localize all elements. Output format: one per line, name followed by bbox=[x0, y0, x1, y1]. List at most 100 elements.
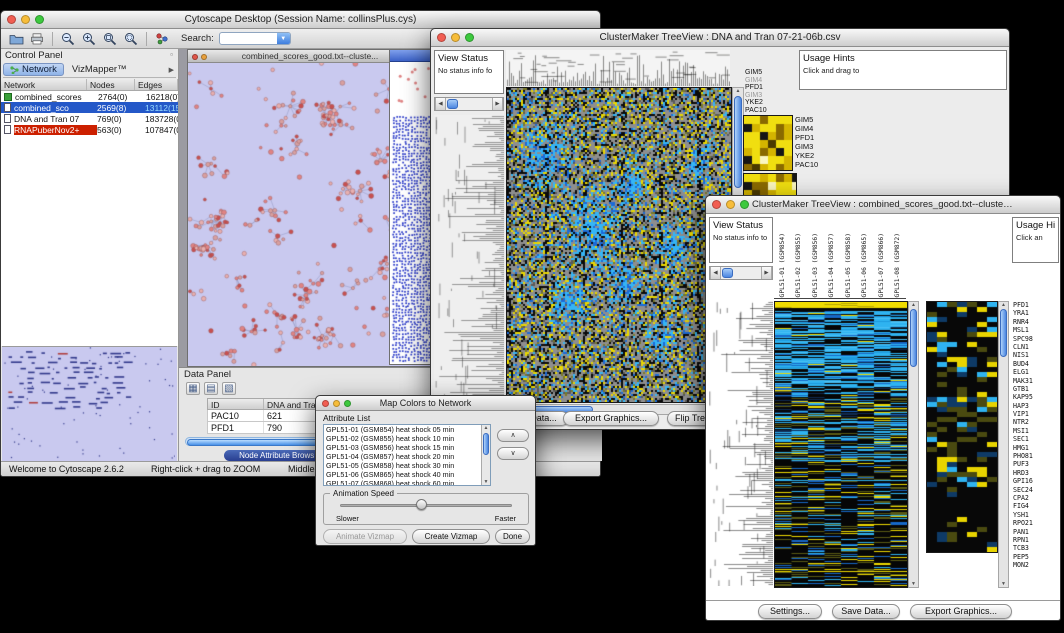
scrollbar-thumb[interactable] bbox=[483, 433, 489, 455]
close-button[interactable] bbox=[712, 200, 721, 209]
minimize-button[interactable] bbox=[333, 400, 340, 407]
header-id[interactable]: ID bbox=[208, 399, 264, 409]
tab-vizmapper[interactable]: VizMapper™ bbox=[67, 63, 132, 76]
zoom-out-icon[interactable] bbox=[60, 31, 76, 47]
zoom-vertical-scrollbar[interactable]: ▲ ▼ bbox=[998, 301, 1009, 588]
scroll-down-icon[interactable]: ▼ bbox=[999, 581, 1008, 587]
attribute-list-item[interactable]: GPL51-04 (GSM857) heat shock 20 min bbox=[324, 452, 490, 461]
zoom-button[interactable] bbox=[465, 33, 474, 42]
panel-float-icon[interactable]: ▫ bbox=[170, 50, 175, 59]
vertical-scrollbar[interactable]: ▲ ▼ bbox=[908, 301, 919, 588]
attribute-list-item[interactable]: GPL51-02 (GSM855) heat shock 10 min bbox=[324, 434, 490, 443]
scroll-up-icon[interactable]: ▲ bbox=[733, 88, 743, 94]
zoom-heatmap-canvas[interactable] bbox=[926, 301, 998, 553]
scroll-down-icon[interactable]: ▼ bbox=[909, 581, 918, 587]
nav-track[interactable] bbox=[721, 267, 761, 279]
export-graphics-button[interactable]: Export Graphics... bbox=[563, 411, 659, 426]
frame-minimize-icon[interactable] bbox=[201, 54, 207, 60]
view-status-text: No status info fo bbox=[435, 64, 503, 75]
view-status-title: View Status bbox=[435, 51, 503, 64]
tab-network[interactable]: Network bbox=[3, 63, 64, 76]
column-dendrogram-canvas[interactable] bbox=[506, 50, 730, 86]
titlebar[interactable]: ClusterMaker TreeView : DNA and Tran 07-… bbox=[431, 29, 1009, 47]
zoom-in-icon[interactable] bbox=[81, 31, 97, 47]
minimize-button[interactable] bbox=[21, 15, 30, 24]
create-vizmap-button[interactable]: Create Vizmap bbox=[412, 529, 490, 544]
scroll-right-button[interactable]: ▶ bbox=[761, 267, 772, 279]
scroll-left-button[interactable]: ◀ bbox=[435, 98, 446, 110]
scroll-up-icon[interactable]: ▲ bbox=[909, 302, 918, 308]
tab-overflow-icon[interactable]: ▶ bbox=[169, 66, 176, 74]
search-combobox[interactable]: ▼ bbox=[219, 32, 291, 45]
gene-label: SEC24 bbox=[1013, 486, 1059, 494]
list-scrollbar[interactable]: ▲ ▼ bbox=[481, 425, 490, 485]
scroll-left-button[interactable]: ◀ bbox=[710, 267, 721, 279]
move-up-button[interactable]: ∧ bbox=[497, 429, 529, 442]
open-folder-icon[interactable] bbox=[8, 31, 24, 47]
attribute-list-item[interactable]: GPL51-06 (GSM865) heat shock 40 min bbox=[324, 470, 490, 479]
nav-track[interactable] bbox=[446, 98, 492, 110]
titlebar[interactable]: Cytoscape Desktop (Session Name: collins… bbox=[1, 11, 600, 29]
zoom-selected-icon[interactable] bbox=[123, 31, 139, 47]
close-button[interactable] bbox=[7, 15, 16, 24]
attribute-list-item[interactable]: GPL51-01 (GSM854) heat shock 05 min bbox=[324, 425, 490, 434]
scroll-up-icon[interactable]: ▲ bbox=[482, 425, 490, 431]
speed-slider-thumb[interactable] bbox=[416, 499, 427, 510]
zoom-heatmap-canvas[interactable] bbox=[743, 115, 793, 171]
scrollbar-thumb[interactable] bbox=[910, 309, 917, 367]
header-edges[interactable]: Edges bbox=[135, 79, 178, 90]
dropdown-arrow-icon[interactable]: ▼ bbox=[277, 33, 290, 44]
network-nodes: 563(0) bbox=[97, 125, 145, 135]
save-data-button[interactable]: Save Data... bbox=[832, 604, 900, 619]
move-down-button[interactable]: ∨ bbox=[497, 447, 529, 460]
gene-label: TCB3 bbox=[1013, 544, 1059, 552]
titlebar[interactable]: Map Colors to Network bbox=[316, 396, 535, 411]
scroll-right-button[interactable]: ▶ bbox=[492, 98, 503, 110]
nav-thumb[interactable] bbox=[722, 268, 733, 278]
nav-thumb[interactable] bbox=[447, 99, 458, 109]
network-overview-canvas[interactable] bbox=[2, 347, 175, 461]
heatmap-canvas[interactable] bbox=[774, 301, 908, 588]
attribute-list-item[interactable]: GPL51-07 (GSM868) heat shock 60 min bbox=[324, 479, 490, 486]
attribute-list[interactable]: GPL51-01 (GSM854) heat shock 05 minGPL51… bbox=[323, 424, 491, 486]
scroll-up-icon[interactable]: ▲ bbox=[999, 302, 1008, 308]
zoom-button[interactable] bbox=[740, 200, 749, 209]
minimize-button[interactable] bbox=[451, 33, 460, 42]
zoom-fit-icon[interactable] bbox=[102, 31, 118, 47]
network-list-row[interactable]: RNAPuberNov2+563(0)107847(0) bbox=[1, 124, 178, 135]
row-dendrogram-canvas[interactable] bbox=[709, 301, 773, 586]
done-button[interactable]: Done bbox=[495, 529, 530, 544]
header-network[interactable]: Network bbox=[1, 79, 87, 90]
create-attribute-icon[interactable]: ▤ bbox=[204, 382, 218, 395]
select-attributes-icon[interactable]: ▦ bbox=[186, 382, 200, 395]
network-list-row[interactable]: DNA and Tran 07769(0)183728(0) bbox=[1, 113, 178, 124]
close-button[interactable] bbox=[437, 33, 446, 42]
scrollbar-thumb[interactable] bbox=[1000, 309, 1007, 357]
zoom-button[interactable] bbox=[344, 400, 351, 407]
close-button[interactable] bbox=[322, 400, 329, 407]
heatmap-canvas[interactable] bbox=[506, 87, 732, 403]
titlebar[interactable]: ClusterMaker TreeView : combined_scores_… bbox=[706, 196, 1060, 214]
export-graphics-button[interactable]: Export Graphics... bbox=[910, 604, 1012, 619]
network-list-row[interactable]: combined_scores2764(0)16218(0) bbox=[1, 91, 178, 102]
attribute-list-item[interactable]: GPL51-03 (GSM856) heat shock 15 min bbox=[324, 443, 490, 452]
status-message: Welcome to Cytoscape 2.6.2 bbox=[9, 464, 124, 474]
minimize-button[interactable] bbox=[726, 200, 735, 209]
frame-close-icon[interactable] bbox=[192, 54, 198, 60]
header-nodes[interactable]: Nodes bbox=[87, 79, 135, 90]
settings-button[interactable]: Settings... bbox=[758, 604, 822, 619]
gene-label: SPC98 bbox=[1013, 335, 1059, 343]
network-list-row[interactable]: combined_sco2569(8)13112(15) bbox=[1, 102, 178, 113]
attribute-list-item[interactable]: GPL51-05 (GSM858) heat shock 30 min bbox=[324, 461, 490, 470]
animate-vizmap-button[interactable]: Animate Vizmap bbox=[323, 529, 407, 544]
row-dendrogram-canvas[interactable] bbox=[434, 115, 504, 403]
column-label-text: GPL51-01 (GSM854) bbox=[779, 233, 786, 297]
print-icon[interactable] bbox=[29, 31, 45, 47]
scroll-down-icon[interactable]: ▼ bbox=[482, 479, 490, 485]
scrollbar-thumb[interactable] bbox=[734, 96, 742, 188]
network-name: RNAPuberNov2+ bbox=[14, 125, 97, 135]
zoom-button[interactable] bbox=[35, 15, 44, 24]
network-overview-panel[interactable] bbox=[2, 346, 177, 461]
network-snapshot-icon[interactable] bbox=[154, 31, 170, 47]
delete-attribute-icon[interactable]: ▧ bbox=[222, 382, 236, 395]
